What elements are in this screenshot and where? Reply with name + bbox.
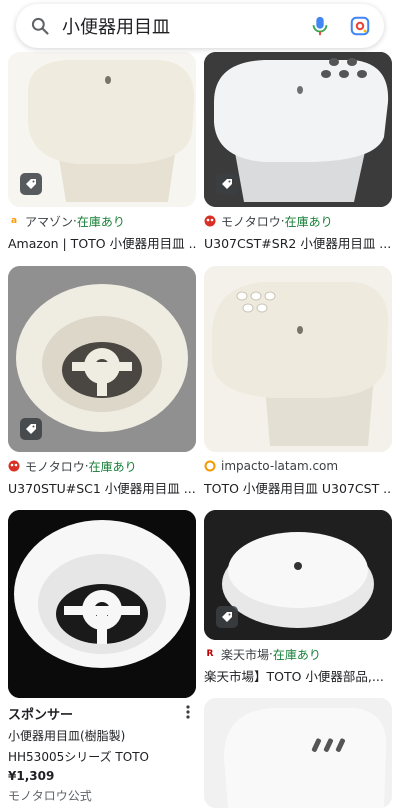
- mic-icon[interactable]: [308, 14, 332, 38]
- result-card[interactable]: R 楽天市場 · 在庫あり 楽天市場】TOTO 小便器部品,...: [204, 510, 392, 684]
- result-title[interactable]: 楽天市場】TOTO 小便器部品,...: [204, 666, 392, 684]
- sponsored-title[interactable]: 小便器用目皿(樹脂製): [8, 727, 196, 744]
- result-source[interactable]: a アマゾン · 在庫あり: [8, 213, 196, 229]
- result-image[interactable]: [204, 52, 392, 207]
- search-query[interactable]: 小便器用目皿: [62, 13, 308, 39]
- result-title[interactable]: Amazon | TOTO 小便器用目皿 ...: [8, 233, 196, 251]
- search-bar[interactable]: 小便器用目皿: [16, 4, 384, 48]
- result-image[interactable]: [8, 510, 196, 698]
- result-card[interactable]: [204, 698, 392, 808]
- product-tag-icon: [20, 173, 42, 195]
- amazon-icon: a: [10, 216, 18, 226]
- result-card[interactable]: モノタロウ · 在庫あり U370STU#SC1 小便器用目皿 ...: [8, 266, 196, 496]
- more-options-icon[interactable]: [186, 704, 190, 723]
- lens-icon[interactable]: [348, 14, 372, 38]
- sponsored-price: ¥1,309: [8, 769, 55, 783]
- sponsored-label: スポンサー: [8, 708, 74, 723]
- monotaro-icon: [8, 460, 20, 472]
- sponsored-subtitle[interactable]: HH53005シリーズ TOTO: [8, 748, 196, 765]
- result-image[interactable]: [204, 510, 392, 640]
- product-tag-icon: [216, 173, 238, 195]
- sponsored-card[interactable]: スポンサー 小便器用目皿(樹脂製) HH53005シリーズ TOTO ¥1,30…: [8, 510, 196, 804]
- result-title[interactable]: TOTO 小便器用目皿 U307CST ...: [204, 478, 392, 496]
- result-card[interactable]: モノタロウ · 在庫あり U307CST#SR2 小便器用目皿 ...: [204, 52, 392, 251]
- monotaro-icon: [204, 215, 216, 227]
- product-tag-icon: [20, 418, 42, 440]
- rakuten-icon: R: [206, 649, 214, 659]
- search-icon: [28, 14, 52, 38]
- sponsored-merchant: モノタロウ公式: [8, 789, 92, 803]
- result-card[interactable]: a アマゾン · 在庫あり Amazon | TOTO 小便器用目皿 ...: [8, 52, 196, 251]
- result-source[interactable]: モノタロウ · 在庫あり: [204, 213, 392, 229]
- result-image[interactable]: [204, 698, 392, 808]
- result-title[interactable]: U370STU#SC1 小便器用目皿 ...: [8, 478, 196, 496]
- result-title[interactable]: U307CST#SR2 小便器用目皿 ...: [204, 233, 392, 251]
- result-image[interactable]: [204, 266, 392, 452]
- result-image[interactable]: [8, 266, 196, 452]
- result-image[interactable]: [8, 52, 196, 207]
- impacto-icon: [204, 460, 216, 472]
- result-source[interactable]: impacto-latam.com: [204, 458, 392, 474]
- result-source[interactable]: R 楽天市場 · 在庫あり: [204, 646, 392, 662]
- result-card[interactable]: impacto-latam.com TOTO 小便器用目皿 U307CST ..…: [204, 266, 392, 496]
- product-tag-icon: [216, 606, 238, 628]
- result-source[interactable]: モノタロウ · 在庫あり: [8, 458, 196, 474]
